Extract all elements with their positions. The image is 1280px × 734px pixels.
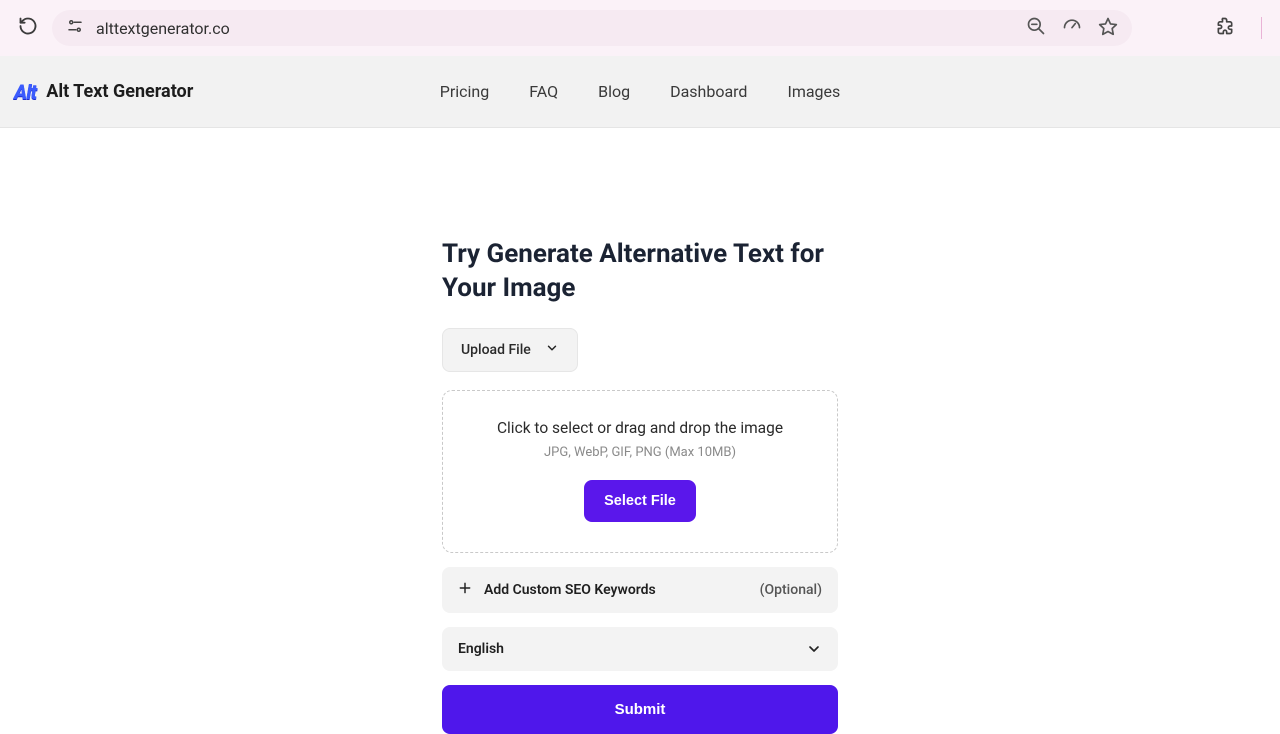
performance-icon[interactable] [1062,16,1082,40]
site-settings-icon[interactable] [66,17,84,39]
browser-chrome: alttextgenerator.co [0,0,1280,56]
page-headline: Try Generate Alternative Text for Your I… [442,238,838,306]
nav-images[interactable]: Images [787,82,840,101]
address-bar[interactable]: alttextgenerator.co [52,10,1132,46]
upload-mode-dropdown[interactable]: Upload File [442,328,578,372]
brand[interactable]: Alt Alt Text Generator [14,80,193,104]
main-nav: Pricing FAQ Blog Dashboard Images [440,82,841,101]
main-content: Try Generate Alternative Text for Your I… [0,128,1280,734]
divider [1261,17,1262,39]
language-dropdown[interactable]: English [442,627,838,671]
bookmark-star-icon[interactable] [1098,16,1118,40]
nav-blog[interactable]: Blog [598,82,630,101]
submit-button[interactable]: Submit [442,685,838,734]
nav-pricing[interactable]: Pricing [440,82,490,101]
language-selected: English [458,641,504,657]
site-header: Alt Alt Text Generator Pricing FAQ Blog … [0,56,1280,128]
address-bar-url: alttextgenerator.co [96,19,230,38]
dropzone-subtitle: JPG, WebP, GIF, PNG (Max 10MB) [463,445,817,460]
extensions-icon[interactable] [1215,16,1235,40]
seo-optional-label: (Optional) [760,582,822,598]
nav-faq[interactable]: FAQ [529,82,558,101]
zoom-icon[interactable] [1026,16,1046,40]
plus-icon [458,581,472,599]
select-file-button[interactable]: Select File [584,480,696,522]
chevron-down-icon [806,641,822,657]
reload-button[interactable] [18,16,38,40]
brand-name: Alt Text Generator [46,81,193,102]
brand-logo-icon: Alt [14,80,36,104]
add-seo-keywords-row[interactable]: Add Custom SEO Keywords (Optional) [442,567,838,613]
upload-mode-label: Upload File [461,342,531,358]
seo-label: Add Custom SEO Keywords [484,582,656,598]
dropzone-title: Click to select or drag and drop the ima… [463,419,817,437]
upload-dropzone[interactable]: Click to select or drag and drop the ima… [442,390,838,553]
nav-dashboard[interactable]: Dashboard [670,82,747,101]
chevron-down-icon [545,341,559,359]
